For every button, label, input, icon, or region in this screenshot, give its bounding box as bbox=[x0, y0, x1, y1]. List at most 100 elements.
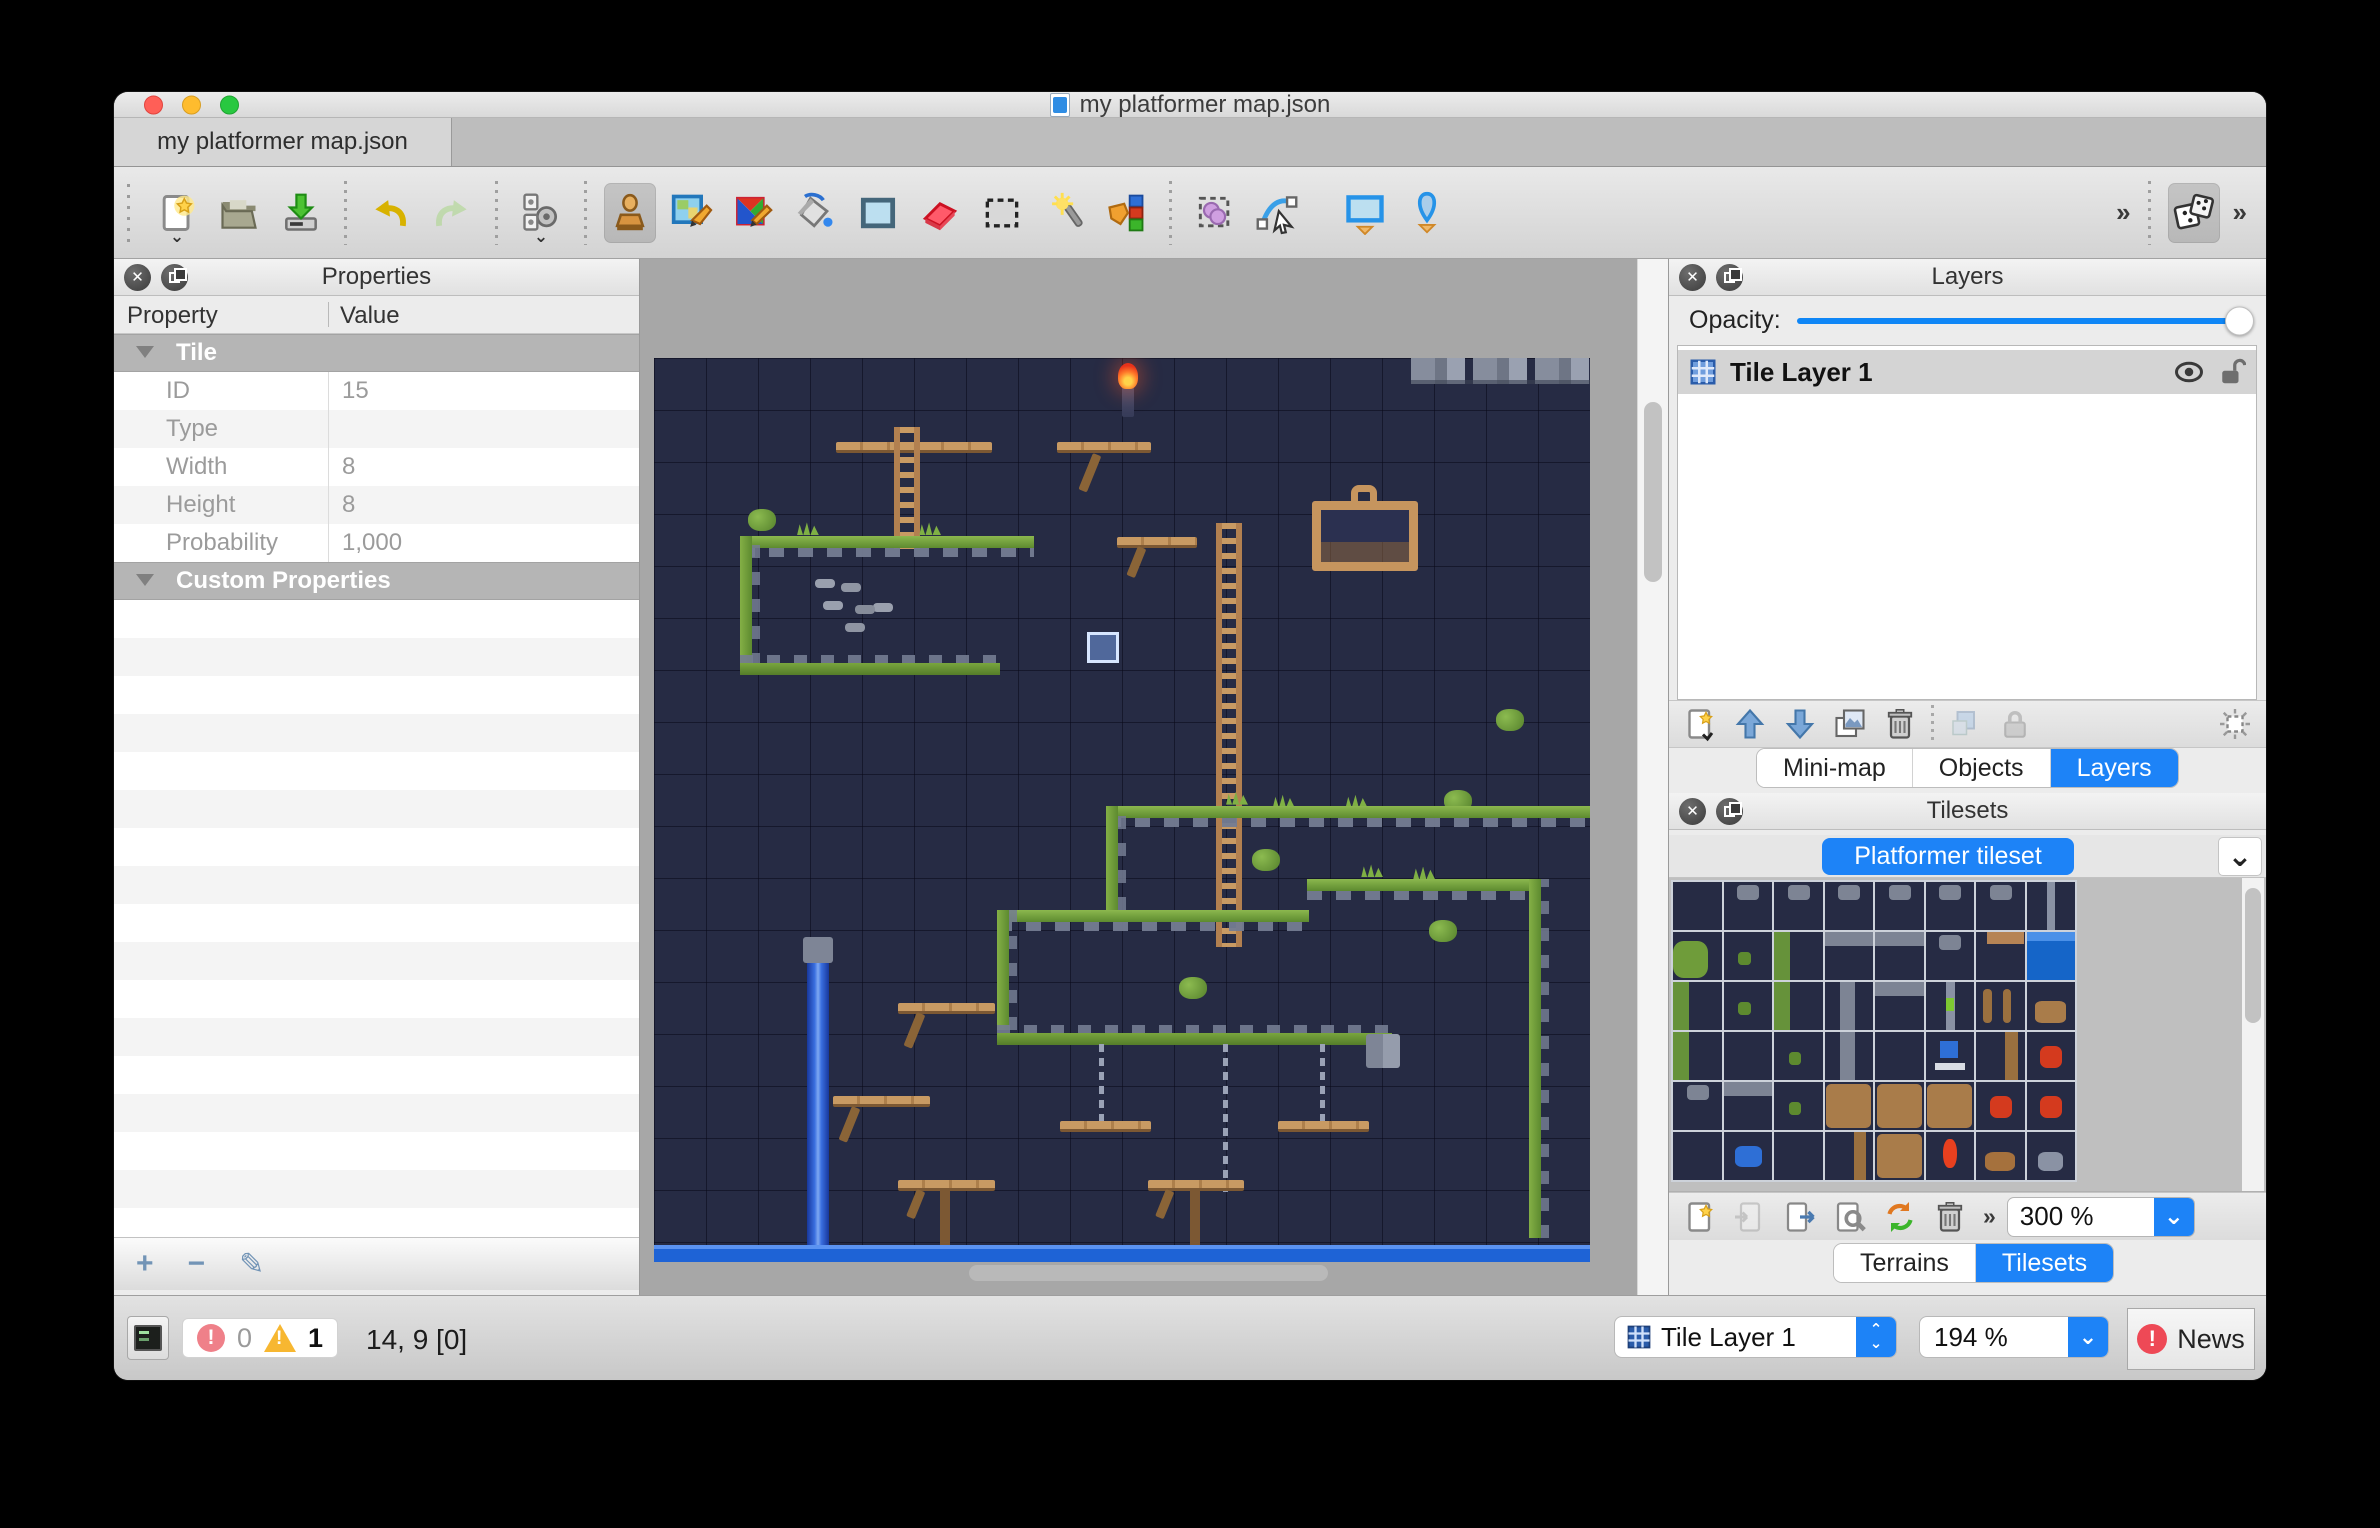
merge-layer-button[interactable] bbox=[1940, 702, 1990, 746]
tab-objects[interactable]: Objects bbox=[1913, 749, 2051, 787]
tileset-tile[interactable] bbox=[1724, 1082, 1773, 1130]
tileset-tile[interactable] bbox=[1825, 1132, 1874, 1180]
float-panel-icon[interactable] bbox=[1716, 264, 1743, 291]
unlocked-icon[interactable] bbox=[2216, 357, 2246, 387]
tileset-tile[interactable] bbox=[1774, 932, 1823, 980]
close-panel-icon[interactable]: ✕ bbox=[1679, 264, 1706, 291]
tileset-tile[interactable] bbox=[1825, 882, 1874, 930]
visibility-eye-icon[interactable] bbox=[2174, 357, 2204, 387]
tileset-tile[interactable] bbox=[1976, 932, 2025, 980]
close-panel-icon[interactable]: ✕ bbox=[1679, 798, 1706, 825]
random-mode-button[interactable] bbox=[2168, 183, 2220, 243]
tileset-tab[interactable]: Platformer tileset bbox=[1822, 838, 2074, 875]
tileset-tile[interactable] bbox=[1673, 1032, 1722, 1080]
property-group-tile[interactable]: Tile bbox=[114, 334, 639, 372]
tileset-tile[interactable] bbox=[1926, 932, 1975, 980]
lower-layer-button[interactable] bbox=[1775, 702, 1825, 746]
tileset-tile[interactable] bbox=[2027, 1132, 2076, 1180]
undo-button[interactable] bbox=[364, 183, 416, 243]
tileset-tile[interactable] bbox=[1875, 1032, 1924, 1080]
tileset-tile[interactable] bbox=[1724, 882, 1773, 930]
edit-property-button[interactable]: ✎ bbox=[239, 1247, 264, 1282]
edit-polygons-button[interactable] bbox=[1251, 183, 1303, 243]
tileset-tile[interactable] bbox=[1774, 1032, 1823, 1080]
tileset-toolbar-overflow-button[interactable]: » bbox=[1983, 1203, 1993, 1230]
tileset-tile[interactable] bbox=[1976, 982, 2025, 1030]
tileset-tile[interactable] bbox=[1825, 1082, 1874, 1130]
console-button[interactable] bbox=[127, 1316, 169, 1360]
tileset-tile[interactable] bbox=[1976, 882, 2025, 930]
layer-row[interactable]: Tile Layer 1 bbox=[1678, 350, 2256, 394]
terrain-brush-button[interactable] bbox=[666, 183, 718, 243]
select-same-tile-button[interactable] bbox=[1100, 183, 1152, 243]
embed-tileset-button[interactable] bbox=[1725, 1195, 1775, 1239]
reload-tileset-button[interactable] bbox=[1875, 1195, 1925, 1239]
duplicate-layer-button[interactable] bbox=[1825, 702, 1875, 746]
tileset-tile[interactable] bbox=[1724, 1132, 1773, 1180]
float-panel-icon[interactable] bbox=[161, 264, 188, 291]
tileset-tile[interactable] bbox=[1724, 982, 1773, 1030]
vertical-scrollbar[interactable] bbox=[1644, 402, 1662, 582]
tileset-tile[interactable] bbox=[1825, 982, 1874, 1030]
tileset-tile[interactable] bbox=[1926, 982, 1975, 1030]
tileset-tile[interactable] bbox=[1825, 932, 1874, 980]
tab-layers[interactable]: Layers bbox=[2051, 749, 2178, 787]
highlight-current-layer-button[interactable] bbox=[2210, 702, 2260, 746]
toolbar-drag-handle[interactable] bbox=[124, 184, 132, 242]
property-row-type[interactable]: Type bbox=[114, 410, 639, 448]
shape-fill-button[interactable] bbox=[852, 183, 904, 243]
tileset-tile[interactable] bbox=[1875, 932, 1924, 980]
tileset-grid[interactable] bbox=[1671, 880, 2077, 1182]
tileset-tile[interactable] bbox=[1976, 1032, 2025, 1080]
tileset-tile[interactable] bbox=[2027, 882, 2076, 930]
opacity-slider[interactable] bbox=[1797, 318, 2240, 324]
tileset-list-chevron-button[interactable]: ⌄ bbox=[2218, 837, 2262, 876]
tileset-tile[interactable] bbox=[1673, 1082, 1722, 1130]
tileset-tile[interactable] bbox=[2027, 932, 2076, 980]
magic-wand-button[interactable] bbox=[1038, 183, 1090, 243]
eraser-button[interactable] bbox=[914, 183, 966, 243]
toolbar-overflow-button[interactable]: » bbox=[2116, 197, 2127, 228]
new-map-button[interactable]: ⌄ bbox=[151, 183, 203, 243]
raise-layer-button[interactable] bbox=[1725, 702, 1775, 746]
tab-terrains[interactable]: Terrains bbox=[1834, 1244, 1976, 1282]
tileset-tile[interactable] bbox=[1926, 1032, 1975, 1080]
tileset-tile[interactable] bbox=[1774, 1132, 1823, 1180]
tileset-tile[interactable] bbox=[1673, 982, 1722, 1030]
property-row-height[interactable]: Height8 bbox=[114, 486, 639, 524]
export-tileset-button[interactable] bbox=[1775, 1195, 1825, 1239]
stamp-brush-button[interactable] bbox=[604, 183, 656, 243]
save-file-button[interactable] bbox=[275, 183, 327, 243]
remove-layer-button[interactable] bbox=[1875, 702, 1925, 746]
current-layer-select[interactable]: Tile Layer 1 ⌃⌄ bbox=[1614, 1316, 1897, 1358]
select-objects-button[interactable] bbox=[1189, 183, 1241, 243]
tileset-tile[interactable] bbox=[1976, 1132, 2025, 1180]
tileset-tile[interactable] bbox=[2027, 1082, 2076, 1130]
tileset-tile[interactable] bbox=[1774, 1082, 1823, 1130]
tileset-zoom-chevron[interactable]: ⌄ bbox=[2154, 1198, 2194, 1236]
tileset-tile[interactable] bbox=[1875, 882, 1924, 930]
map-feature-selection[interactable] bbox=[1087, 632, 1119, 663]
tileset-tile[interactable] bbox=[1926, 1132, 1975, 1180]
insert-rectangle-button[interactable] bbox=[1339, 183, 1391, 243]
tileset-tile[interactable] bbox=[1976, 1082, 2025, 1130]
insert-point-button[interactable] bbox=[1401, 183, 1453, 243]
add-property-button[interactable]: + bbox=[136, 1247, 154, 1281]
tileset-tile[interactable] bbox=[1926, 1082, 1975, 1130]
tileset-scrollbar[interactable] bbox=[2245, 888, 2261, 1023]
rectangular-select-button[interactable] bbox=[976, 183, 1028, 243]
zoom-select-chevron[interactable]: ⌄ bbox=[2068, 1317, 2108, 1357]
tileset-tile[interactable] bbox=[1774, 882, 1823, 930]
tileset-tile[interactable] bbox=[2027, 982, 2076, 1030]
map-view[interactable] bbox=[654, 358, 1590, 1262]
remove-tileset-button[interactable] bbox=[1925, 1195, 1975, 1239]
paint-terrain-button[interactable] bbox=[728, 183, 780, 243]
new-layer-button[interactable] bbox=[1675, 702, 1725, 746]
close-panel-icon[interactable]: ✕ bbox=[124, 264, 151, 291]
news-button[interactable]: ! News bbox=[2127, 1308, 2255, 1370]
zoom-select[interactable]: 194 % ⌄ bbox=[1919, 1316, 2109, 1358]
float-panel-icon[interactable] bbox=[1716, 798, 1743, 825]
tileset-tile[interactable] bbox=[1825, 1032, 1874, 1080]
tileset-tile[interactable] bbox=[1673, 1132, 1722, 1180]
automapping-button[interactable]: ⌄ bbox=[515, 183, 567, 243]
